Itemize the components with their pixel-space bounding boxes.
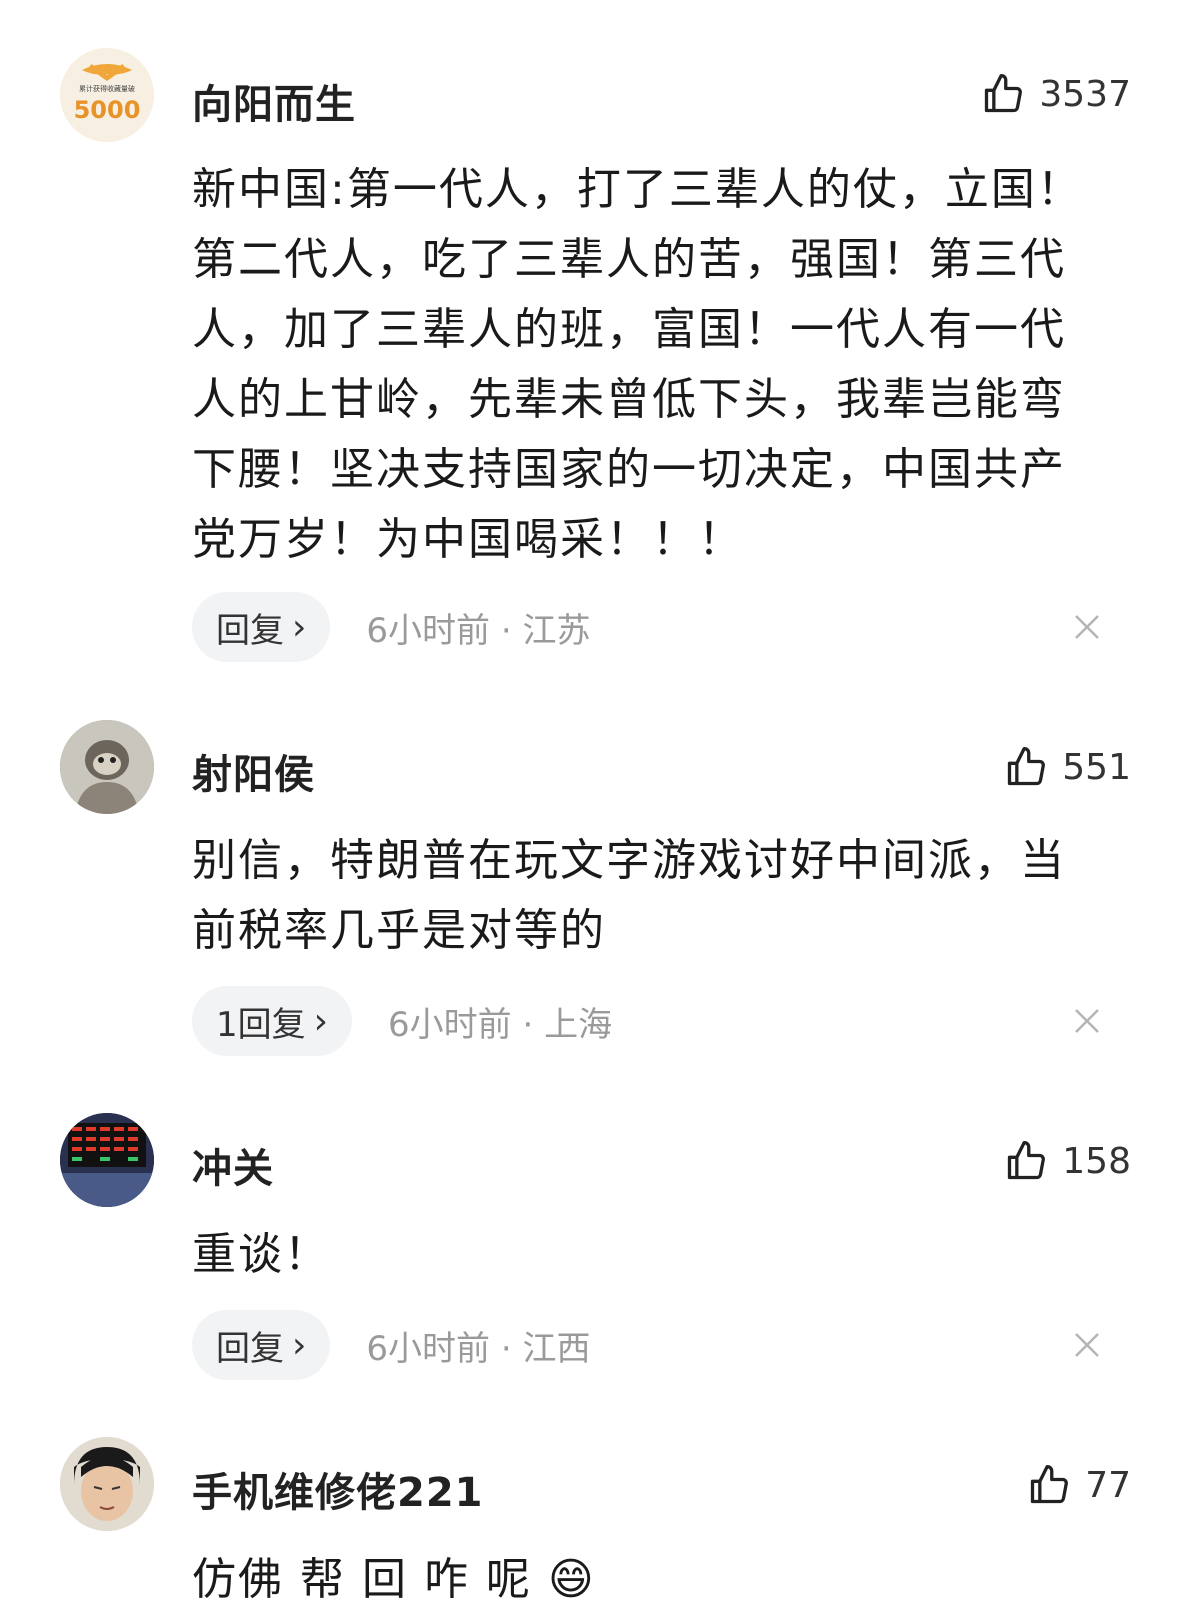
comment-text: 仿佛 帮 回 咋 呢 😄 bbox=[192, 1554, 596, 1605]
like-count: 158 bbox=[1062, 1140, 1131, 1182]
chevron-right-icon: › bbox=[292, 606, 307, 648]
thumbs-up-icon bbox=[1031, 1465, 1069, 1504]
reply-label: 回复 bbox=[216, 610, 284, 651]
like-button[interactable]: 551 bbox=[1004, 745, 1131, 789]
avatar[interactable] bbox=[60, 720, 154, 814]
close-icon[interactable] bbox=[1073, 1331, 1101, 1359]
time-location: 6小时前 · 江西 bbox=[366, 1328, 591, 1369]
username[interactable]: 向阳而生 bbox=[192, 72, 356, 130]
comment-meta: 回复 › 6小时前 · 江西 bbox=[192, 1310, 590, 1380]
reply-button[interactable]: 回复 › bbox=[192, 592, 331, 662]
chevron-right-icon: › bbox=[292, 1324, 307, 1366]
like-button[interactable]: 77 bbox=[1027, 1463, 1131, 1507]
reply-label: 1回复 bbox=[216, 1004, 306, 1045]
reply-button[interactable]: 1回复 › bbox=[192, 986, 353, 1056]
like-count: 3537 bbox=[1039, 73, 1131, 115]
close-icon[interactable] bbox=[1073, 613, 1101, 641]
time-location: 6小时前 · 江苏 bbox=[366, 610, 591, 651]
username[interactable]: 冲关 bbox=[192, 1136, 274, 1194]
close-icon[interactable] bbox=[1073, 1007, 1101, 1035]
time-location: 6小时前 · 上海 bbox=[388, 1004, 613, 1045]
thumbs-up-icon bbox=[1008, 1141, 1046, 1180]
comment-text: 别信，特朗普在玩文字游戏讨好中间派，当 前税率几乎是对等的 bbox=[192, 835, 1066, 956]
like-count: 77 bbox=[1085, 1464, 1131, 1506]
thumbs-up-icon bbox=[1008, 747, 1046, 786]
username[interactable]: 手机维修佬221 bbox=[192, 1460, 484, 1518]
like-count: 551 bbox=[1062, 746, 1131, 788]
chevron-right-icon: › bbox=[313, 1000, 329, 1042]
thumbs-up-icon bbox=[985, 74, 1023, 113]
username[interactable]: 射阳侯 bbox=[192, 742, 315, 800]
comment-text: 重谈！ bbox=[192, 1229, 330, 1280]
avatar-badge-text: 累计获得收藏量破 bbox=[79, 84, 135, 93]
reply-label: 回复 bbox=[216, 1328, 284, 1369]
comment-meta: 1回复 › 6小时前 · 上海 bbox=[192, 986, 612, 1056]
avatar[interactable] bbox=[60, 1113, 154, 1207]
avatar[interactable]: 累计获得收藏量破 5000 bbox=[60, 48, 154, 142]
comment-meta: 回复 › 6小时前 · 江苏 bbox=[192, 592, 590, 662]
like-button[interactable]: 3537 bbox=[981, 72, 1131, 116]
reply-button[interactable]: 回复 › bbox=[192, 1310, 331, 1380]
comment-text: 新中国:第一代人，打了三辈人的仗，立国！ 第二代人，吃了三辈人的苦，强国！第三代… bbox=[192, 164, 1083, 565]
like-button[interactable]: 158 bbox=[1004, 1139, 1131, 1183]
avatar[interactable] bbox=[60, 1437, 154, 1531]
avatar-badge-number: 5000 bbox=[74, 96, 141, 124]
